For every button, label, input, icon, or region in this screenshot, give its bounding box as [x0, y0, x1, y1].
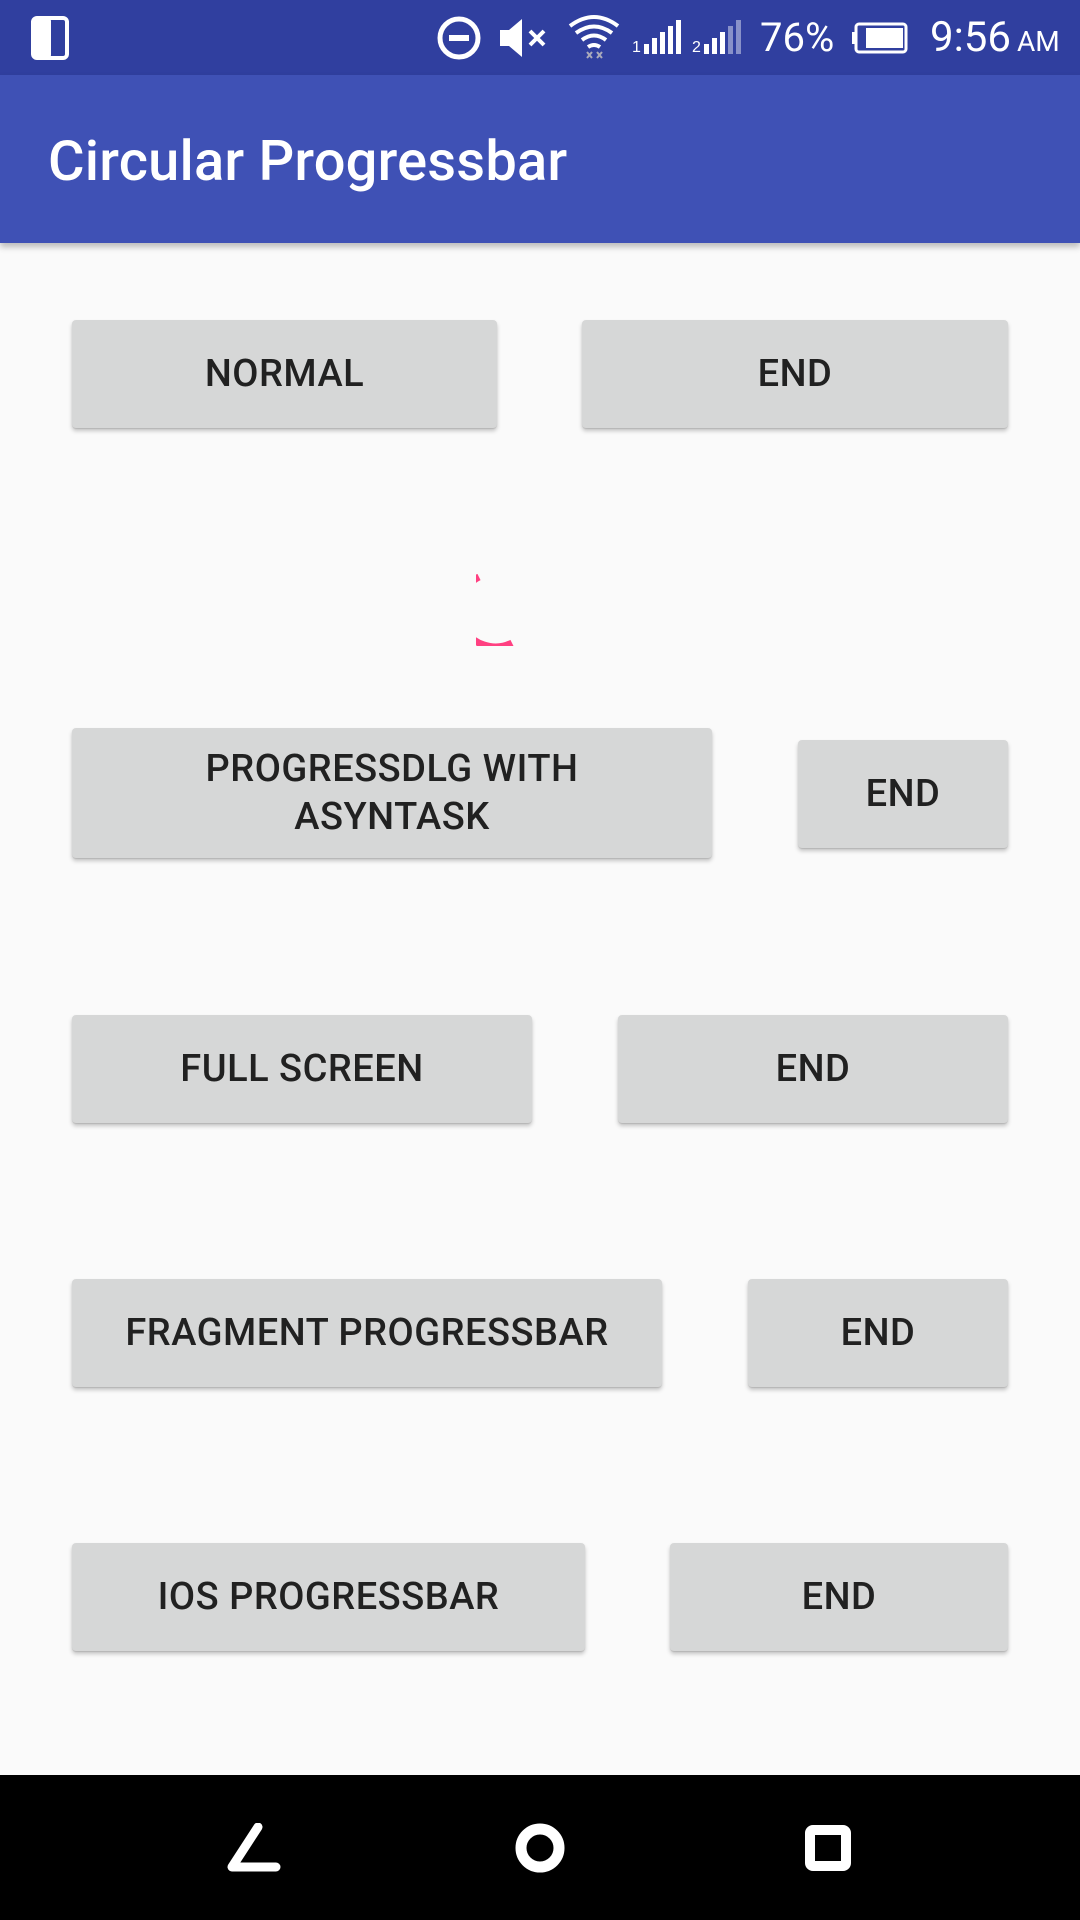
ios-progressbar-button[interactable]: IOS PROGRESSBAR: [72, 1543, 585, 1651]
signal-sim2-icon: 2: [692, 0, 742, 75]
progressdlg-asyntask-button[interactable]: PROGRESSDLG WITH ASYNTASK: [72, 728, 712, 858]
wifi-icon: [566, 0, 622, 75]
mute-icon: [496, 0, 552, 75]
clock: 9:56 AM: [930, 0, 1060, 75]
recents-icon[interactable]: [758, 1775, 898, 1920]
app-title: Circular Progressbar: [48, 128, 568, 194]
normal-end-button[interactable]: END: [582, 320, 1008, 428]
fragment-end-button[interactable]: END: [748, 1279, 1008, 1387]
app-bar: Circular Progressbar: [0, 75, 1080, 243]
progress-spinner: [476, 574, 514, 646]
ios-end-button[interactable]: END: [670, 1543, 1008, 1651]
navigation-bar: [0, 1775, 1080, 1920]
battery-percent: 76%: [760, 14, 835, 61]
home-icon[interactable]: [470, 1775, 610, 1920]
back-icon[interactable]: [184, 1775, 324, 1920]
status-bar: 1 2 76% 9:56 AM: [0, 0, 1080, 75]
clock-time: 9:56: [930, 13, 1011, 62]
svg-text:2: 2: [692, 39, 701, 56]
full-screen-end-button[interactable]: END: [618, 1015, 1008, 1123]
clock-ampm: AM: [1017, 25, 1060, 58]
battery-icon: [852, 0, 910, 75]
do-not-disturb-icon: [436, 0, 482, 75]
signal-sim1-icon: 1: [632, 0, 682, 75]
phone-device-icon: [30, 0, 72, 75]
fragment-progressbar-button[interactable]: FRAGMENT PROGRESSBAR: [72, 1279, 662, 1387]
full-screen-button[interactable]: FULL SCREEN: [72, 1015, 532, 1123]
svg-text:1: 1: [632, 39, 641, 56]
normal-button[interactable]: NORMAL: [72, 320, 497, 428]
progressdlg-end-button[interactable]: END: [798, 740, 1008, 848]
